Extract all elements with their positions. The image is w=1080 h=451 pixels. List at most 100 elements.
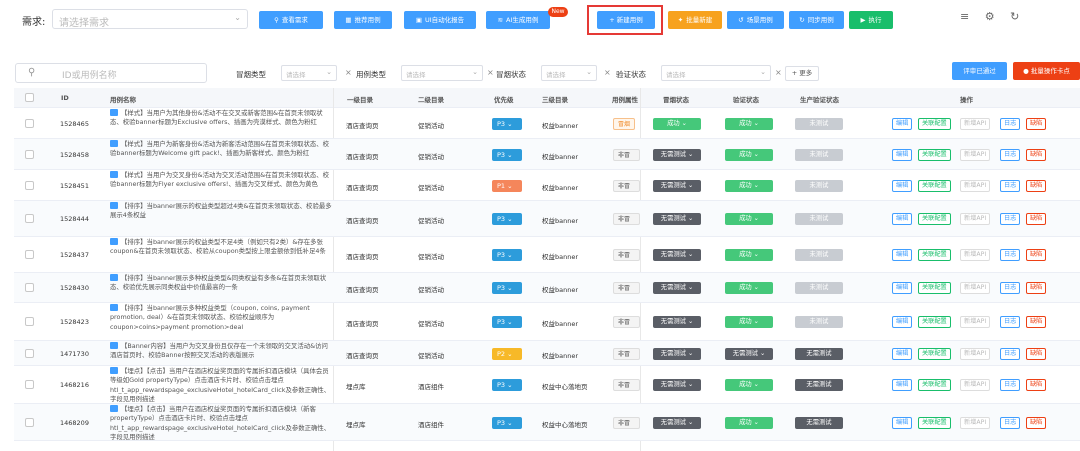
add-api-button[interactable]: 新增API <box>960 149 991 161</box>
log-button[interactable]: 日志 <box>1000 316 1021 328</box>
defect-button[interactable]: 缺陷 <box>1026 379 1047 391</box>
priority-select[interactable]: P3 ⌄ <box>492 213 522 225</box>
table-row[interactable]: 1528458 【样式】当用户为新客身份&活动为新客活动范围&在首页未领取状态、校… <box>14 139 1080 170</box>
defect-button[interactable]: 缺陷 <box>1026 417 1047 429</box>
case-name[interactable]: 【样式】当用户为交叉身份&活动为交叉活动范围&在首页未领取状态、校验banner… <box>110 171 334 200</box>
log-button[interactable]: 日志 <box>1000 417 1021 429</box>
view-requirement-button[interactable]: ⚲ 查看需求 <box>259 11 323 29</box>
log-button[interactable]: 日志 <box>1000 348 1021 360</box>
case-name[interactable]: 【Banner内容】当用户为交叉身份且仅存在一个未领取的交叉活动&访问酒店首页时… <box>110 342 334 365</box>
log-button[interactable]: 日志 <box>1000 379 1021 391</box>
log-button[interactable]: 日志 <box>1000 118 1021 130</box>
row-checkbox[interactable] <box>25 380 34 389</box>
ui-automation-report-button[interactable]: ▣ UI自动化报告 <box>404 11 476 29</box>
edit-button[interactable]: 编辑 <box>892 379 913 391</box>
clear-icon[interactable]: × <box>775 68 782 77</box>
link-config-button[interactable]: 关联配置 <box>918 348 951 360</box>
prod-verify-status[interactable]: 无需测试 <box>795 417 843 429</box>
log-button[interactable]: 日志 <box>1000 180 1021 192</box>
requirement-select[interactable]: 请选择需求 ⌄ <box>52 9 248 29</box>
table-row[interactable]: 1471730 【Banner内容】当用户为交叉身份且仅存在一个未领取的交叉活动&… <box>14 341 1080 366</box>
log-button[interactable]: 日志 <box>1000 282 1021 294</box>
defect-button[interactable]: 缺陷 <box>1026 180 1047 192</box>
row-checkbox[interactable] <box>25 150 34 159</box>
verify-status-select[interactable]: 无需测试 ⌄ <box>725 348 773 360</box>
smoke-status-select[interactable]: 无需测试 ⌄ <box>653 213 701 225</box>
batch-operation-button[interactable]: ● 批量操作卡点 <box>1013 62 1080 80</box>
refresh-icon[interactable]: ↻ <box>1010 10 1019 23</box>
verify-status-select[interactable]: 成功 ⌄ <box>725 149 773 161</box>
case-name[interactable]: 【排序】当banner展示多种权益类型（coupon, coins, payme… <box>110 304 334 340</box>
prod-verify-status[interactable]: 未测试 <box>795 282 843 294</box>
row-checkbox[interactable] <box>25 181 34 190</box>
link-config-button[interactable]: 关联配置 <box>918 213 951 225</box>
smoke-status-select[interactable]: 无需测试 ⌄ <box>653 282 701 294</box>
add-api-button[interactable]: 新增API <box>960 213 991 225</box>
defect-button[interactable]: 缺陷 <box>1026 249 1047 261</box>
link-config-button[interactable]: 关联配置 <box>918 316 951 328</box>
log-button[interactable]: 日志 <box>1000 213 1021 225</box>
verify-status-select[interactable]: 成功 ⌄ <box>725 316 773 328</box>
prod-verify-status[interactable]: 未测试 <box>795 118 843 130</box>
add-api-button[interactable]: 新增API <box>960 282 991 294</box>
table-row[interactable]: 1528437 【排序】当banner展示的权益类型不足4类（例如只有2类）&存在… <box>14 237 1080 273</box>
clear-icon[interactable]: × <box>345 68 352 77</box>
smoke-status-select[interactable]: 无需测试 ⌄ <box>653 348 701 360</box>
select-all-checkbox[interactable] <box>25 93 34 102</box>
case-name[interactable]: 【埋点】【点击】当用户在酒店权益奖页面的专属折扣酒店模块（新客propertyT… <box>110 405 334 440</box>
gear-icon[interactable]: ⚙ <box>985 10 995 23</box>
table-row[interactable]: 1468209 【埋点】【点击】当用户在酒店权益奖页面的专属折扣酒店模块（新客pr… <box>14 404 1080 441</box>
table-row[interactable]: 1528430 【排序】当banner展示多种权益类型&同类权益有多条&在首页未领… <box>14 273 1080 303</box>
verify-status-select[interactable]: 成功 ⌄ <box>725 118 773 130</box>
link-config-button[interactable]: 关联配置 <box>918 249 951 261</box>
row-checkbox[interactable] <box>25 418 34 427</box>
case-name[interactable]: 【排序】当banner展示的权益类型超过4类&在首页未领取状态、校验最多展示4条… <box>110 202 334 236</box>
add-api-button[interactable]: 新增API <box>960 417 991 429</box>
edit-button[interactable]: 编辑 <box>892 213 913 225</box>
link-config-button[interactable]: 关联配置 <box>918 282 951 294</box>
link-config-button[interactable]: 关联配置 <box>918 180 951 192</box>
smoke-type-select[interactable]: 请选择 ⌄ <box>281 65 337 81</box>
priority-select[interactable]: P3 ⌄ <box>492 417 522 429</box>
edit-button[interactable]: 编辑 <box>892 282 913 294</box>
sync-cases-button[interactable]: ↻ 同步用例 <box>789 11 844 29</box>
verify-status-select[interactable]: 成功 ⌄ <box>725 282 773 294</box>
table-row[interactable]: 1528465 【样式】当用户为其他身份&活动不在交叉或新客范围&在首页未领取状态… <box>14 108 1080 139</box>
verify-status-select[interactable]: 请选择 ⌄ <box>661 65 771 81</box>
case-name[interactable]: 【排序】当banner展示多种权益类型&同类权益有多条&在首页未领取状态、校验优… <box>110 274 334 302</box>
defect-button[interactable]: 缺陷 <box>1026 149 1047 161</box>
row-checkbox[interactable] <box>25 317 34 326</box>
verify-status-select[interactable]: 成功 ⌄ <box>725 180 773 192</box>
prod-verify-status[interactable]: 未测试 <box>795 316 843 328</box>
row-checkbox[interactable] <box>25 349 34 358</box>
edit-button[interactable]: 编辑 <box>892 249 913 261</box>
log-button[interactable]: 日志 <box>1000 249 1021 261</box>
case-name[interactable]: 【样式】当用户为新客身份&活动为新客活动范围&在首页未领取状态、校验banner… <box>110 140 334 169</box>
add-api-button[interactable]: 新增API <box>960 316 991 328</box>
verify-status-select[interactable]: 成功 ⌄ <box>725 213 773 225</box>
clear-icon[interactable]: × <box>604 68 611 77</box>
priority-select[interactable]: P3 ⌄ <box>492 316 522 328</box>
link-config-button[interactable]: 关联配置 <box>918 417 951 429</box>
row-checkbox[interactable] <box>25 119 34 128</box>
defect-button[interactable]: 缺陷 <box>1026 118 1047 130</box>
prod-verify-status[interactable]: 未测试 <box>795 149 843 161</box>
priority-select[interactable]: P3 ⌄ <box>492 249 522 261</box>
priority-select[interactable]: P3 ⌄ <box>492 282 522 294</box>
add-api-button[interactable]: 新增API <box>960 249 991 261</box>
prod-verify-status[interactable]: 未测试 <box>795 180 843 192</box>
ai-generate-cases-button[interactable]: ≋ AI生成用例 <box>486 11 550 29</box>
verify-status-select[interactable]: 成功 ⌄ <box>725 249 773 261</box>
table-row[interactable]: 1528451 【样式】当用户为交叉身份&活动为交叉活动范围&在首页未领取状态、校… <box>14 170 1080 201</box>
add-api-button[interactable]: 新增API <box>960 180 991 192</box>
row-checkbox[interactable] <box>25 283 34 292</box>
row-checkbox[interactable] <box>25 250 34 259</box>
priority-select[interactable]: P3 ⌄ <box>492 379 522 391</box>
verify-status-select[interactable]: 成功 ⌄ <box>725 379 773 391</box>
search-input[interactable]: ⚲ ID或用例名称 <box>15 63 207 83</box>
execute-button[interactable]: ▶ 执行 <box>849 11 893 29</box>
smoke-status-select[interactable]: 请选择 ⌄ <box>541 65 597 81</box>
edit-button[interactable]: 编辑 <box>892 149 913 161</box>
prod-verify-status[interactable]: 无需测试 <box>795 379 843 391</box>
row-checkbox[interactable] <box>25 214 34 223</box>
